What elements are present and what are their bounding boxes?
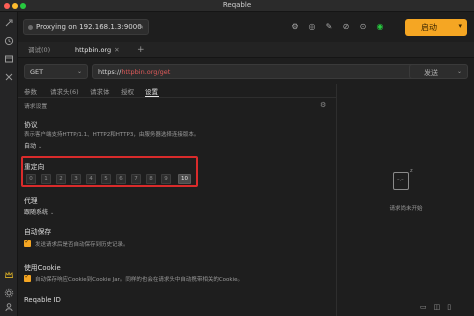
proxy-address: Proxying on 192.168.1.3:9000: [36, 23, 142, 31]
url-text: https://httpbin.org/get: [98, 68, 170, 76]
chevron-down-icon: ⌄: [50, 210, 55, 216]
redirect-option[interactable]: 7: [131, 174, 141, 184]
send-button[interactable]: 发送 ⌄: [409, 64, 468, 79]
cookie-checkbox[interactable]: [24, 273, 31, 282]
settings-icon[interactable]: ⚙: [290, 22, 300, 32]
active-tab-indicator: [145, 96, 159, 97]
tab-bar: 调试(0) httpbin.org ✕ +: [18, 42, 474, 58]
cookie-label: 自动保存响应Cookie到Cookie Jar。同样的也会在请求头中自动携带相关…: [35, 277, 244, 283]
tools-icon[interactable]: [4, 72, 14, 82]
chevron-down-icon: ⌄: [76, 68, 82, 75]
method-value: GET: [30, 68, 44, 76]
method-select[interactable]: GET ⌄: [24, 64, 88, 79]
sleep-z-icon: z: [410, 168, 413, 174]
account-icon[interactable]: [4, 302, 14, 312]
autosave-title: 自动保存: [24, 228, 52, 236]
tab-httpbin[interactable]: httpbin.org ✕: [75, 43, 120, 57]
redirect-option-selected[interactable]: 10: [178, 174, 191, 184]
tab-params[interactable]: 参数: [24, 86, 37, 96]
tab-label: httpbin.org: [75, 46, 112, 54]
lock-icon[interactable]: ⊙: [358, 22, 368, 32]
split-icon[interactable]: ◫: [434, 303, 441, 311]
empty-state-text: 请求尚未开始: [389, 206, 423, 212]
proxy-status-dot: [28, 25, 33, 30]
gear-icon[interactable]: ⚙: [320, 101, 326, 109]
settings-panel: 请求设置 ⚙ 协议 表示客户端支持HTTP/1.1、HTTP2和HTTP3，由服…: [18, 98, 336, 316]
url-path: /get: [157, 68, 171, 76]
collections-icon[interactable]: [4, 54, 14, 64]
tab-body[interactable]: 请求体: [90, 86, 110, 96]
tab-headers[interactable]: 请求头(6): [50, 86, 79, 96]
redirect-option[interactable]: 9: [161, 174, 171, 184]
gear-icon[interactable]: [4, 288, 14, 298]
sleep-face-icon: –.–: [397, 177, 404, 183]
redirect-option[interactable]: 0: [26, 174, 36, 184]
redirect-option[interactable]: 3: [71, 174, 81, 184]
cookie-title: 使用Cookie: [24, 264, 61, 272]
protocol-value: 自动: [24, 143, 37, 150]
tab-settings[interactable]: 设置: [145, 86, 158, 96]
protocol-title: 协议: [24, 121, 38, 129]
redirect-option[interactable]: 2: [56, 174, 66, 184]
section-title: 请求设置: [24, 104, 48, 110]
response-pane: –.– z 请求尚未开始: [336, 84, 474, 316]
redirect-option[interactable]: 4: [86, 174, 96, 184]
autosave-checkbox[interactable]: [24, 238, 31, 247]
send-button-label: 发送: [424, 69, 438, 77]
layout-icon[interactable]: ▭: [420, 303, 427, 311]
proxy-toolbar: Proxying on 192.168.1.3:9000 ✎ ⚙ ◎ ✎ ⊘ ⊙…: [18, 12, 474, 42]
left-sidebar: [0, 12, 18, 316]
shield-icon[interactable]: ◉: [375, 22, 385, 32]
capture-icon[interactable]: [4, 18, 14, 28]
url-scheme: https://: [98, 68, 122, 76]
chevron-down-icon[interactable]: ⌄: [457, 68, 462, 75]
request-bar: GET ⌄ https://httpbin.org/get ||| 发送 ⌄: [18, 58, 474, 84]
reqable-id-title: Reqable ID: [24, 296, 61, 304]
proxy-value: 跟随系统: [24, 209, 49, 216]
chevron-down-icon: ⌄: [38, 144, 43, 150]
protocol-desc: 表示客户端支持HTTP/1.1、HTTP2和HTTP3，由服务器选择连接版本。: [24, 132, 200, 138]
redirect-title: 重定向: [24, 163, 45, 171]
proxy-title: 代理: [24, 197, 38, 205]
tab-label: 调试(0): [28, 46, 51, 54]
redirect-option[interactable]: 6: [116, 174, 126, 184]
tab-auth[interactable]: 授权: [121, 86, 134, 96]
crown-icon[interactable]: [4, 270, 14, 280]
url-host: httpbin.org: [121, 68, 158, 76]
proxy-select[interactable]: 跟随系统 ⌄: [24, 207, 54, 216]
start-button[interactable]: 启动 ▾: [405, 19, 467, 36]
app-title: Reqable: [222, 1, 252, 9]
status-bar-icons: ▭ ◫ ▯: [420, 303, 458, 311]
redirect-option[interactable]: 5: [101, 174, 111, 184]
panel-icon[interactable]: ▯: [447, 303, 451, 311]
hide-icon[interactable]: ◎: [307, 22, 317, 32]
chevron-down-icon[interactable]: ▾: [458, 22, 462, 30]
tool-icon[interactable]: ✎: [324, 22, 334, 32]
add-tab-button[interactable]: +: [137, 43, 145, 57]
tab-debug[interactable]: 调试(0): [28, 43, 50, 57]
proxy-status[interactable]: Proxying on 192.168.1.3:9000 ✎: [23, 19, 149, 35]
history-icon[interactable]: [4, 36, 14, 46]
start-button-label: 启动: [421, 23, 437, 32]
url-input[interactable]: https://httpbin.org/get |||: [92, 64, 422, 79]
ban-icon[interactable]: ⊘: [341, 22, 351, 32]
redirect-option[interactable]: 1: [41, 174, 51, 184]
request-tabs: 参数 请求头(6) 请求体 授权 设置: [18, 84, 336, 98]
edit-icon[interactable]: ✎: [138, 23, 144, 31]
empty-state-icon: –.–: [393, 172, 409, 190]
protocol-select[interactable]: 自动 ⌄: [24, 141, 42, 150]
close-icon[interactable]: ✕: [114, 46, 119, 54]
title-bar: Reqable: [0, 0, 474, 12]
autosave-label: 发送请求后是否自动保存到历史记录。: [35, 242, 129, 248]
redirect-option[interactable]: 8: [146, 174, 156, 184]
